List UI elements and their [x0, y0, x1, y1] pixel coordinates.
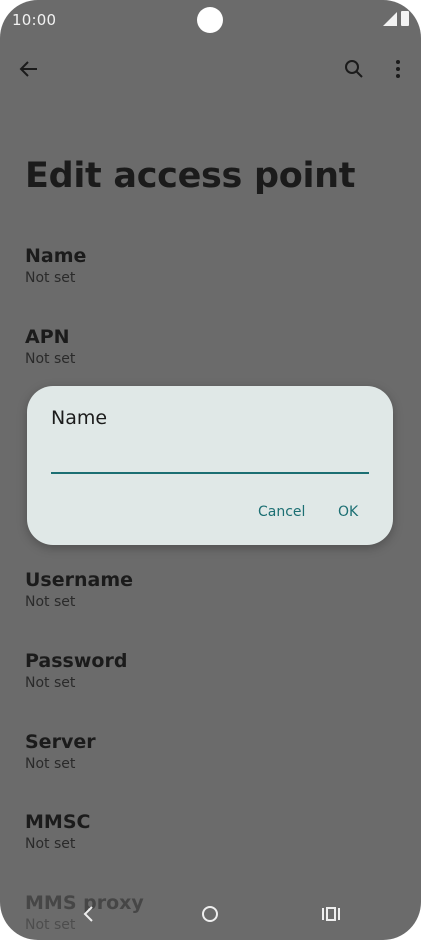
page-title: Edit access point: [25, 156, 356, 196]
pref-item-mmsc[interactable]: MMSC Not set: [25, 811, 90, 853]
pref-item-password[interactable]: Password Not set: [25, 650, 127, 692]
pref-title: Username: [25, 569, 134, 591]
navigation-bar: [0, 890, 421, 940]
more-options-button[interactable]: [384, 55, 412, 83]
pref-item-server[interactable]: Server Not set: [25, 731, 96, 773]
nav-back-icon: [83, 906, 93, 922]
back-button[interactable]: [15, 55, 43, 83]
pref-title: Server: [25, 731, 96, 753]
arrow-back-icon: [19, 61, 37, 77]
pref-summary: Not set: [25, 836, 76, 852]
pref-item-name[interactable]: Name Not set: [25, 245, 86, 287]
dialog-title: Name: [51, 407, 108, 429]
camera-cutout: [197, 7, 223, 33]
pref-summary: Not set: [25, 675, 76, 691]
pref-title: Password: [25, 650, 128, 672]
ok-button[interactable]: OK: [338, 504, 358, 520]
pref-summary: Not set: [25, 594, 76, 610]
nav-home-icon: [202, 906, 218, 922]
pref-title: MMSC: [25, 811, 91, 833]
pref-summary: Not set: [25, 270, 76, 286]
nav-recents-button[interactable]: [311, 894, 351, 934]
name-input[interactable]: [51, 440, 369, 474]
more-vert-icon: [396, 60, 400, 78]
battery-icon: [401, 11, 409, 26]
phone-screen: 10:00 Edit access point Name Not set APN…: [0, 0, 421, 940]
nav-back-button[interactable]: [69, 894, 109, 934]
pref-summary: Not set: [25, 351, 76, 367]
search-icon: [345, 60, 363, 78]
pref-item-username[interactable]: Username Not set: [25, 569, 133, 611]
signal-icon: [383, 12, 397, 26]
pref-title: Name: [25, 245, 87, 267]
status-time: 10:00: [12, 11, 57, 29]
nav-recents-icon: [322, 907, 340, 921]
search-button[interactable]: [340, 55, 368, 83]
pref-summary: Not set: [25, 756, 76, 772]
cancel-button[interactable]: Cancel: [258, 504, 305, 520]
nav-home-button[interactable]: [190, 894, 230, 934]
status-bar: 10:00: [0, 0, 421, 40]
pref-item-apn[interactable]: APN Not set: [25, 326, 75, 368]
pref-title: APN: [25, 326, 70, 348]
name-dialog: Name Cancel OK: [27, 386, 393, 545]
